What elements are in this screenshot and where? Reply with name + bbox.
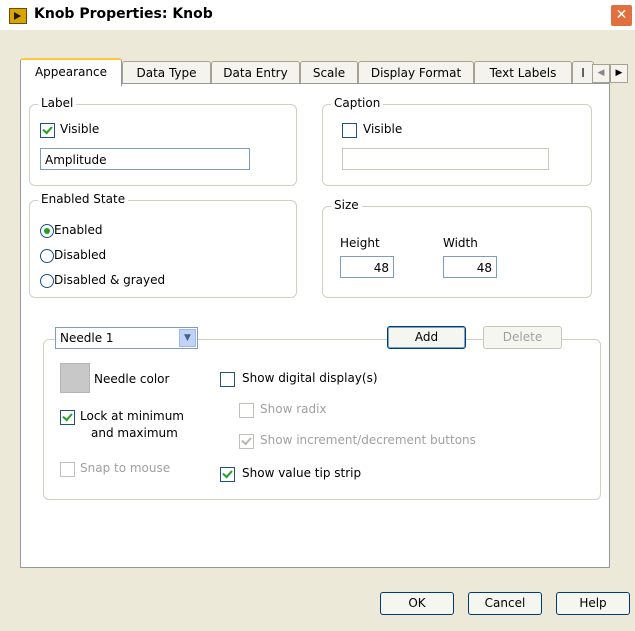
tab-partial[interactable]: I (572, 61, 594, 84)
show-incdec-checkbox[interactable] (239, 434, 254, 449)
width-label: Width (443, 236, 478, 250)
disabled-radio[interactable] (40, 249, 54, 263)
close-icon[interactable]: ✕ (610, 4, 633, 27)
size-group: Size Height 48 Width 48 (322, 198, 592, 298)
show-radix-checkbox[interactable] (239, 403, 254, 418)
lock-min-max-checkbox[interactable] (60, 410, 75, 425)
delete-button[interactable]: Delete (483, 326, 562, 349)
tab-scroll-left-icon[interactable]: ◀ (592, 64, 610, 83)
height-label: Height (340, 236, 380, 250)
tab-text-labels[interactable]: Text Labels (474, 61, 572, 84)
snap-to-mouse-checkbox[interactable] (60, 462, 75, 477)
show-radix-label: Show radix (260, 402, 327, 416)
window-title: Knob Properties: Knob (34, 6, 213, 22)
show-digital-display-label: Show digital display(s) (242, 371, 378, 385)
needle-select[interactable]: Needle 1 ▼ (55, 327, 198, 349)
enabled-state-group: Enabled State Enabled Disabled Disabled … (29, 192, 297, 298)
enabled-state-title: Enabled State (38, 192, 129, 206)
size-group-title: Size (331, 198, 362, 212)
label-text-field[interactable]: Amplitude (40, 148, 250, 170)
show-value-tip-checkbox[interactable] (220, 467, 235, 482)
show-value-tip-label: Show value tip strip (242, 466, 362, 480)
show-digital-display-checkbox[interactable] (220, 372, 235, 387)
disabled-grayed-radio[interactable] (40, 274, 54, 288)
chevron-down-icon[interactable]: ▼ (179, 329, 196, 347)
tab-scale[interactable]: Scale (300, 61, 358, 84)
caption-visible-text: Visible (363, 122, 403, 136)
needle-color-label: Needle color (94, 372, 170, 386)
tab-display-format[interactable]: Display Format (358, 61, 474, 84)
add-button[interactable]: Add (387, 326, 466, 349)
needle-color-swatch[interactable] (60, 363, 90, 393)
enabled-radio[interactable] (40, 224, 54, 238)
caption-visible-checkbox[interactable] (342, 123, 357, 138)
height-field[interactable]: 48 (340, 256, 394, 278)
enabled-radio-label: Enabled (54, 223, 103, 237)
snap-to-mouse-label: Snap to mouse (80, 461, 171, 475)
help-button[interactable]: Help (556, 592, 630, 615)
lock-min-max-label-line1: Lock at minimum (80, 409, 184, 423)
lock-min-max-label-line2: and maximum (91, 426, 178, 440)
knob-properties-dialog: Knob Properties: Knob ✕ Appearance Data … (0, 0, 635, 631)
caption-group-title: Caption (331, 96, 384, 110)
caption-group: Caption Visible (322, 96, 592, 186)
label-visible-text: Visible (60, 122, 100, 136)
app-icon (9, 8, 27, 24)
disabled-grayed-radio-label: Disabled & grayed (54, 273, 166, 287)
caption-text-field[interactable] (342, 148, 549, 170)
appearance-page: Label Visible Amplitude Caption Visible … (20, 83, 610, 568)
label-group: Label Visible Amplitude (29, 96, 297, 186)
tab-data-type[interactable]: Data Type (122, 61, 211, 84)
tab-scroll-buttons: ◀ ▶ (592, 64, 628, 83)
needle-select-value: Needle 1 (60, 331, 114, 345)
label-group-title: Label (38, 96, 77, 110)
label-visible-checkbox[interactable] (40, 123, 55, 138)
title-bar: Knob Properties: Knob ✕ (0, 0, 635, 30)
width-field[interactable]: 48 (443, 256, 497, 278)
disabled-radio-label: Disabled (54, 248, 107, 262)
show-incdec-label: Show increment/decrement buttons (260, 433, 476, 447)
cancel-button[interactable]: Cancel (468, 592, 542, 615)
tab-appearance[interactable]: Appearance (20, 58, 122, 86)
ok-button[interactable]: OK (380, 592, 454, 615)
tab-data-entry[interactable]: Data Entry (211, 61, 300, 84)
tab-scroll-right-icon[interactable]: ▶ (610, 64, 628, 83)
